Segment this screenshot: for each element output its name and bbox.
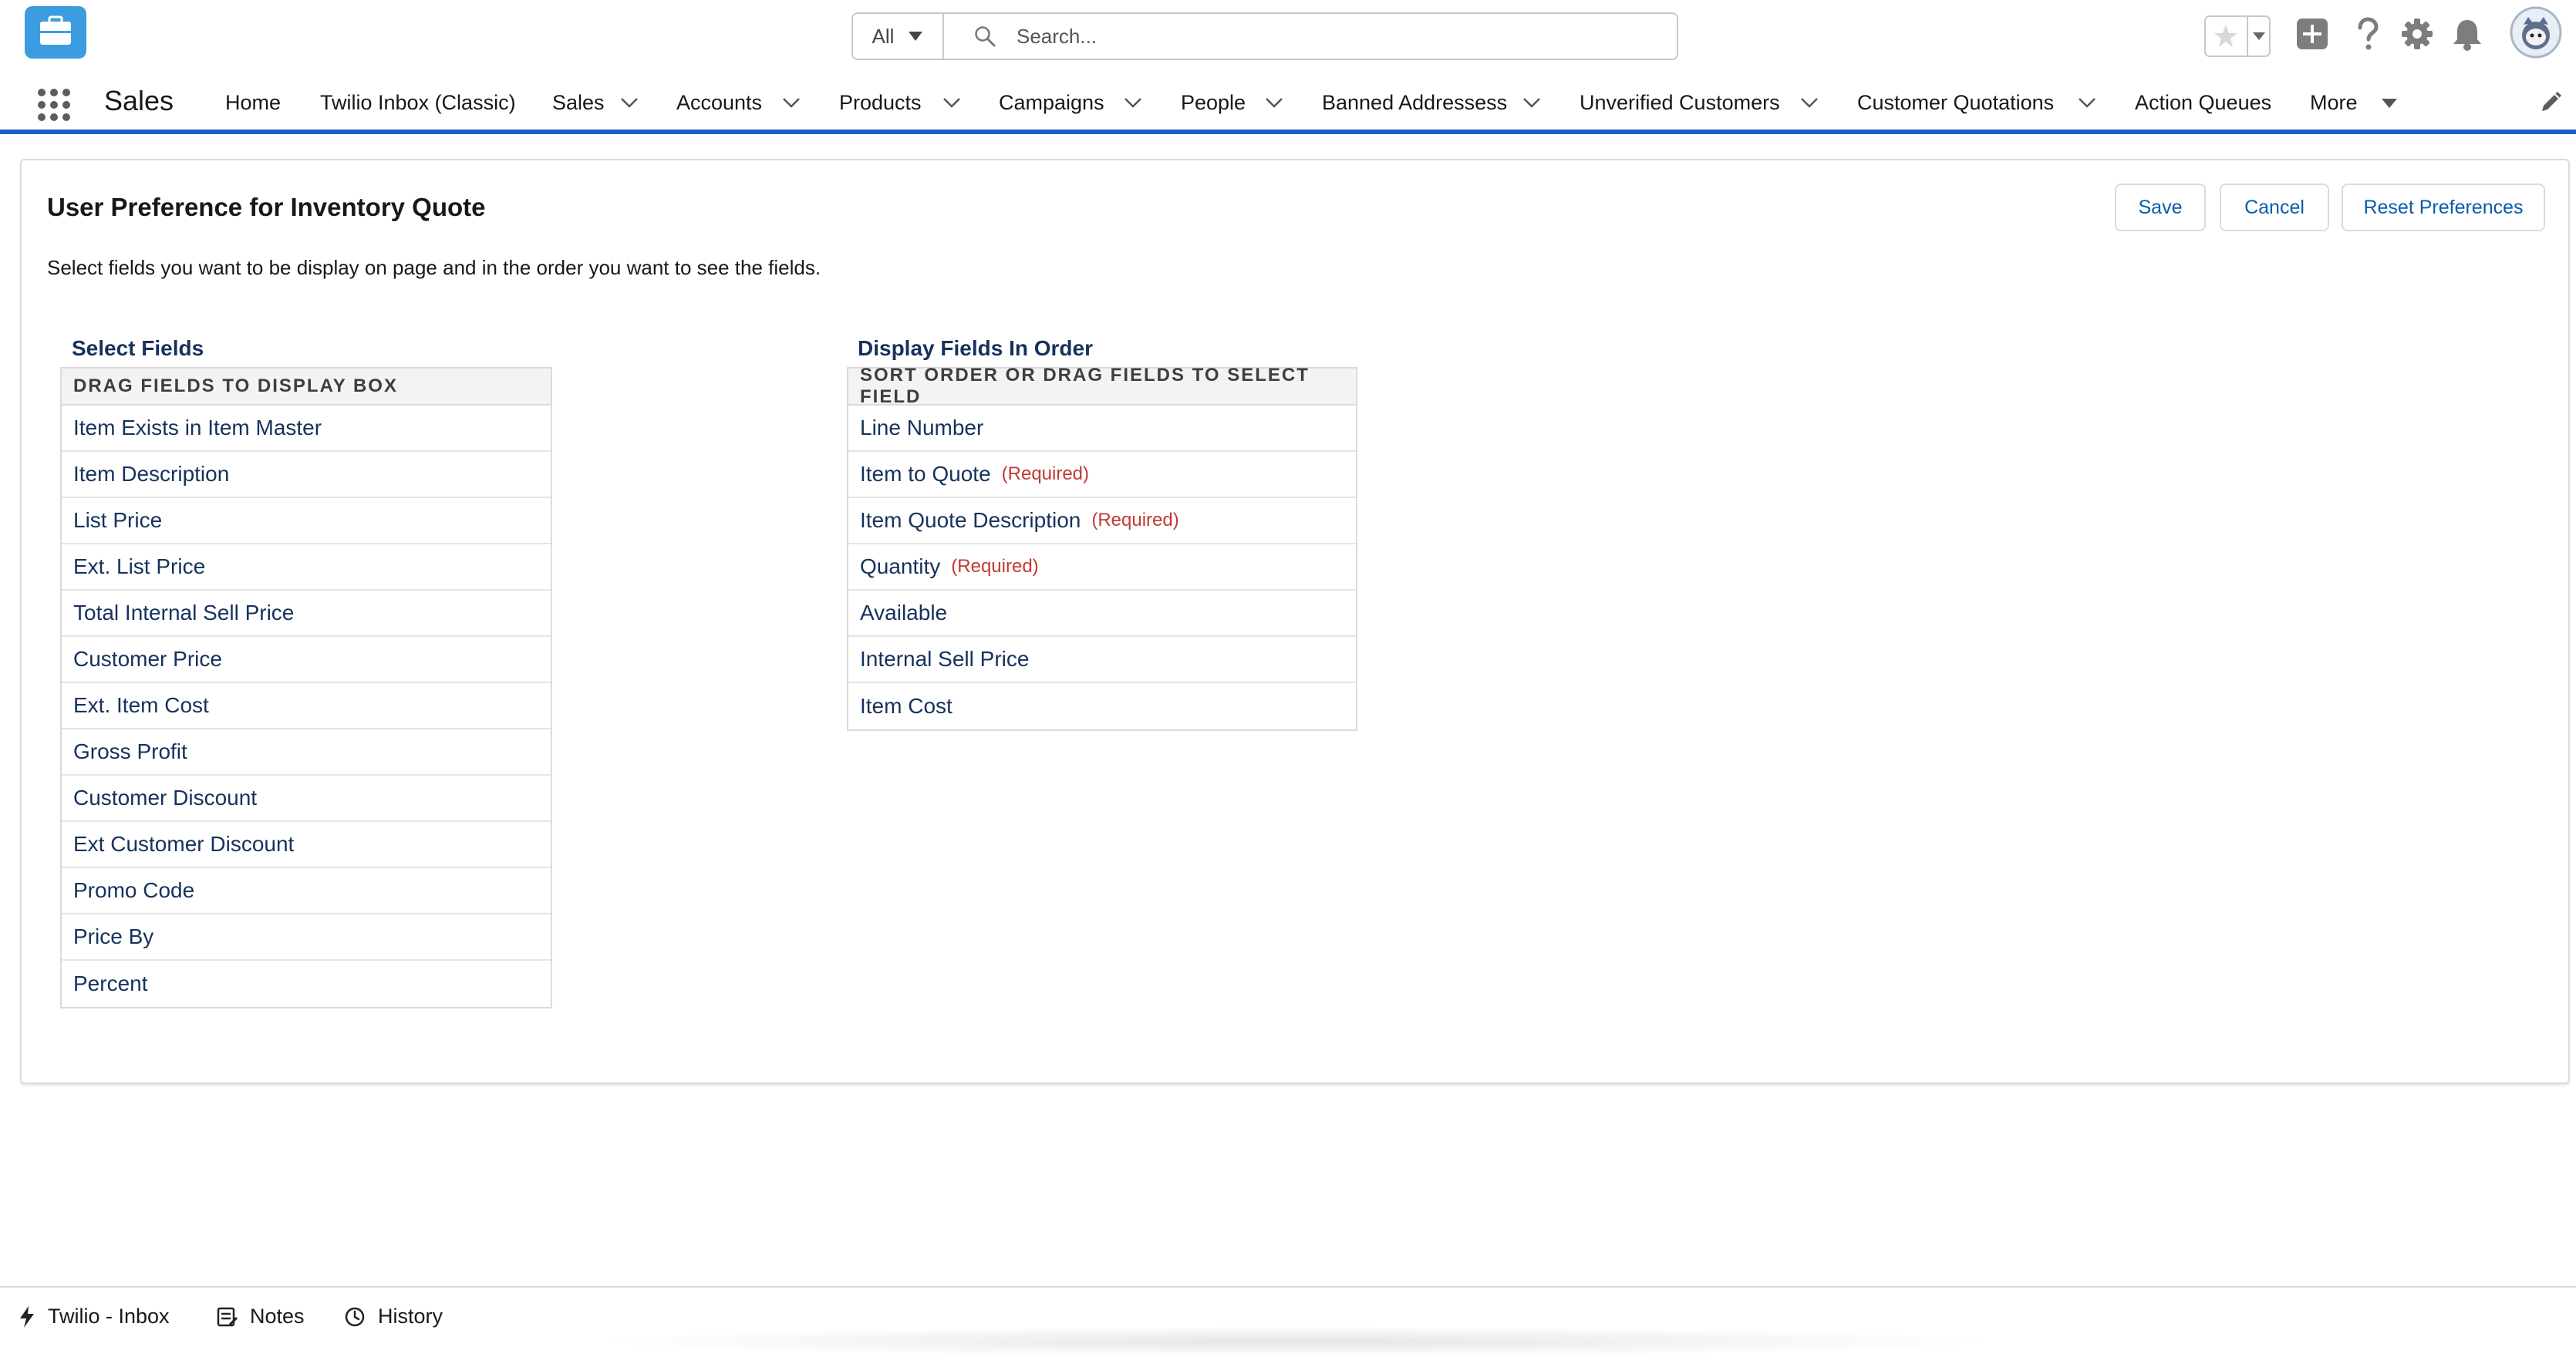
star-icon (2204, 15, 2271, 57)
select-field-item[interactable]: Price By (62, 914, 551, 961)
display-field-label: Item Quote Description (860, 508, 1081, 532)
select-field-item[interactable]: Ext Customer Discount (62, 822, 551, 868)
caret-down-icon (909, 32, 923, 41)
chevron-down-icon[interactable] (1265, 97, 1283, 109)
display-field-label: Quantity (860, 554, 941, 578)
nav-more-menu[interactable]: More (2310, 91, 2358, 115)
display-fields-label: Display Fields In Order (858, 336, 1093, 360)
nav-tab-campaigns[interactable]: Campaigns (999, 91, 1104, 115)
nav-tab-unverified-customers[interactable]: Unverified Customers (1580, 91, 1780, 115)
reset-preferences-button[interactable]: Reset Preferences (2342, 184, 2545, 231)
notes-icon (217, 1307, 238, 1326)
utility-item-label: Twilio - Inbox (48, 1305, 170, 1328)
page-description: Select fields you want to be display on … (47, 256, 821, 279)
global-header: All (0, 0, 2576, 74)
global-actions-plus-icon[interactable] (2295, 17, 2329, 51)
select-field-item[interactable]: Ext. List Price (62, 544, 551, 591)
select-fields-header: DRAG FIELDS TO DISPLAY BOX (62, 369, 551, 406)
notifications-bell-icon[interactable] (2451, 17, 2483, 51)
display-field-label: Item Cost (860, 694, 953, 718)
display-fields-header: SORT ORDER OR DRAG FIELDS TO SELECT FIEL… (848, 365, 1356, 407)
app-logo-icon[interactable] (23, 5, 88, 60)
select-field-item[interactable]: Promo Code (62, 868, 551, 914)
required-indicator: (Required) (1091, 510, 1179, 530)
display-field-item[interactable]: Quantity (Required) (848, 544, 1356, 591)
select-field-item[interactable]: Item Exists in Item Master (62, 406, 551, 452)
utility-item-twilio-inbox[interactable]: Twilio - Inbox (19, 1305, 170, 1328)
required-indicator: (Required) (1001, 463, 1090, 484)
select-field-item[interactable]: Gross Profit (62, 729, 551, 776)
select-field-item[interactable]: Percent (62, 961, 551, 1007)
select-field-item[interactable]: Customer Price (62, 637, 551, 683)
display-field-item[interactable]: Available (848, 591, 1356, 637)
search-scope-dropdown[interactable]: All (853, 14, 944, 59)
select-field-item[interactable]: List Price (62, 498, 551, 544)
utility-item-label: History (378, 1305, 443, 1328)
nav-tab-customer-quotations[interactable]: Customer Quotations (1857, 91, 2054, 115)
user-avatar[interactable] (2510, 6, 2562, 59)
app-name: Sales (104, 85, 174, 116)
required-indicator: (Required) (951, 556, 1039, 577)
chevron-down-icon[interactable] (1522, 97, 1541, 109)
nav-tab-sales[interactable]: Sales (552, 91, 605, 115)
app-nav-bar: Sales Home Twilio Inbox (Classic) Sales … (0, 74, 2576, 134)
utility-item-history[interactable]: History (344, 1305, 443, 1328)
select-fields-box[interactable]: DRAG FIELDS TO DISPLAY BOX Item Exists i… (60, 367, 552, 1008)
nav-tab-products[interactable]: Products (839, 91, 922, 115)
nav-tab-twilio-inbox-classic[interactable]: Twilio Inbox (Classic) (320, 91, 516, 115)
nav-tab-accounts[interactable]: Accounts (676, 91, 762, 115)
select-fields-label: Select Fields (72, 336, 204, 360)
favorites-button[interactable] (2204, 15, 2271, 57)
display-field-item[interactable]: Item to Quote (Required) (848, 452, 1356, 498)
display-field-label: Line Number (860, 416, 984, 439)
search-scope-label: All (872, 24, 895, 48)
nav-tab-home[interactable]: Home (225, 91, 281, 115)
select-field-item[interactable]: Customer Discount (62, 776, 551, 822)
display-field-item[interactable]: Line Number (848, 406, 1356, 452)
select-field-item[interactable]: Item Description (62, 452, 551, 498)
chevron-down-icon[interactable] (2078, 97, 2096, 109)
chevron-down-icon[interactable] (1800, 97, 1819, 109)
chevron-down-icon[interactable] (782, 97, 801, 109)
utility-bar-shadow (586, 1326, 2005, 1357)
setup-gear-icon[interactable] (2400, 17, 2434, 51)
select-field-item[interactable]: Total Internal Sell Price (62, 591, 551, 637)
preferences-card: User Preference for Inventory Quote Save… (20, 159, 2570, 1084)
chevron-down-icon[interactable] (942, 97, 961, 109)
edit-nav-pencil-icon[interactable] (2539, 91, 2562, 114)
page-title: User Preference for Inventory Quote (47, 193, 486, 221)
chevron-down-icon[interactable] (1124, 97, 1142, 109)
nav-tab-banned-addressess[interactable]: Banned Addressess (1322, 91, 1507, 115)
display-field-label: Available (860, 601, 948, 625)
clock-icon (345, 1307, 365, 1326)
global-search: All (851, 12, 1678, 60)
search-icon (975, 26, 996, 47)
utility-item-label: Notes (250, 1305, 305, 1328)
nav-tab-action-queues[interactable]: Action Queues (2135, 91, 2271, 115)
display-field-item[interactable]: Internal Sell Price (848, 637, 1356, 683)
display-fields-box[interactable]: SORT ORDER OR DRAG FIELDS TO SELECT FIEL… (847, 365, 1357, 731)
chevron-down-icon[interactable] (620, 97, 639, 109)
app-launcher-waffle-icon[interactable] (37, 88, 71, 122)
save-button[interactable]: Save (2115, 184, 2206, 231)
lightning-icon (20, 1305, 34, 1328)
display-field-label: Item to Quote (860, 462, 991, 486)
display-field-item[interactable]: Item Cost (848, 683, 1356, 729)
select-field-item[interactable]: Ext. Item Cost (62, 683, 551, 729)
search-input[interactable] (1015, 16, 1650, 56)
caret-down-icon[interactable] (2380, 97, 2399, 109)
help-icon[interactable] (2354, 17, 2382, 51)
display-field-label: Internal Sell Price (860, 647, 1030, 671)
cancel-button[interactable]: Cancel (2220, 184, 2329, 231)
utility-item-notes[interactable]: Notes (216, 1305, 305, 1328)
nav-tab-people[interactable]: People (1181, 91, 1246, 115)
display-field-item[interactable]: Item Quote Description (Required) (848, 498, 1356, 544)
utility-bar: Twilio - Inbox Notes History (0, 1286, 2576, 1357)
